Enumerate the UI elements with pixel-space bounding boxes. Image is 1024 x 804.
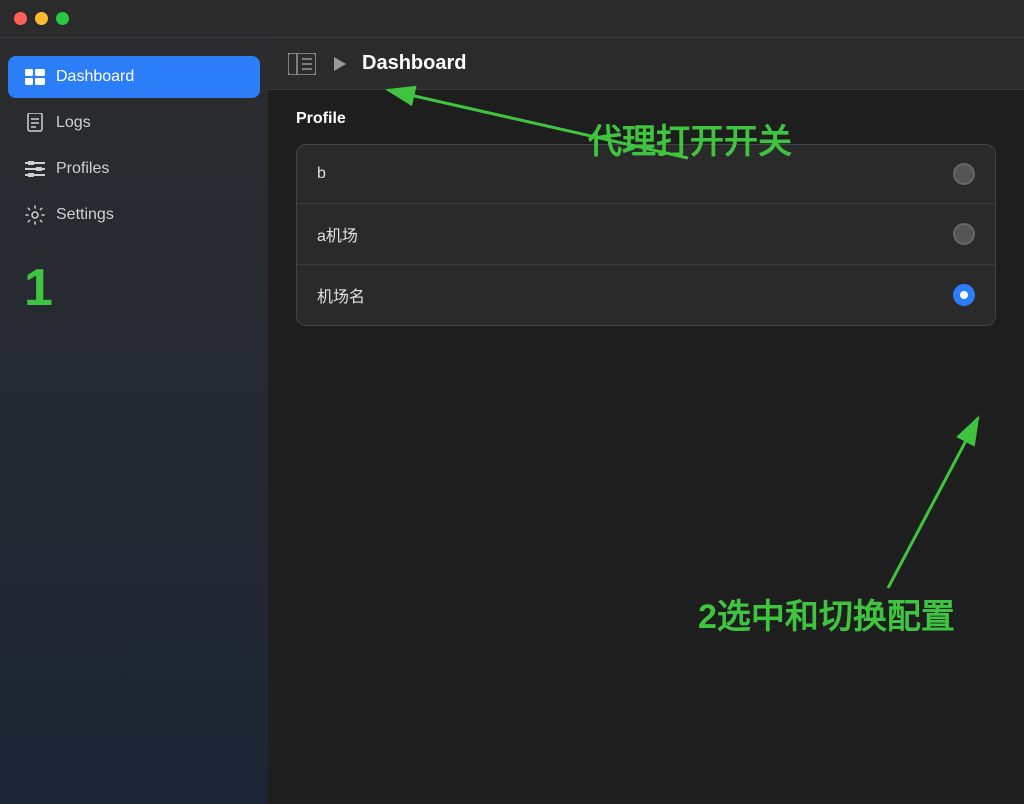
sidebar-item-profiles[interactable]: Profiles: [8, 148, 260, 190]
minimize-button[interactable]: [35, 12, 48, 25]
profile-name-airport-a: a机场: [317, 222, 358, 246]
profile-name-airport-name: 机场名: [317, 283, 365, 307]
sidebar-dashboard-label: Dashboard: [56, 68, 134, 86]
sidebar-profiles-label: Profiles: [56, 160, 109, 178]
profile-item-airport-name[interactable]: 机场名: [297, 265, 995, 325]
sidebar-settings-label: Settings: [56, 206, 114, 224]
profile-list: b a机场 机场名: [296, 144, 996, 326]
profile-label: Profile: [296, 110, 996, 128]
logs-icon: [24, 112, 46, 134]
profile-item-b[interactable]: b: [297, 145, 995, 204]
title-bar: [0, 0, 1024, 38]
content-header: Dashboard: [268, 38, 1024, 90]
profile-section: Profile b a机场 机场名: [268, 90, 1024, 804]
profile-name-b: b: [317, 165, 326, 183]
settings-icon: [24, 204, 46, 226]
content-area: Dashboard Profile b a机场 机场名: [268, 38, 1024, 804]
maximize-button[interactable]: [56, 12, 69, 25]
radio-btn-airport-a[interactable]: [953, 223, 975, 245]
sidebar: Dashboard Logs: [0, 38, 268, 804]
sidebar-toggle-icon[interactable]: [288, 53, 316, 75]
dashboard-icon: [24, 66, 46, 88]
app-body: Dashboard Logs: [0, 38, 1024, 804]
radio-btn-airport-name[interactable]: [953, 284, 975, 306]
sidebar-item-logs[interactable]: Logs: [8, 102, 260, 144]
sidebar-item-dashboard[interactable]: Dashboard: [8, 56, 260, 98]
traffic-lights: [14, 12, 69, 25]
close-button[interactable]: [14, 12, 27, 25]
radio-btn-b[interactable]: [953, 163, 975, 185]
profiles-icon: [24, 158, 46, 180]
sidebar-item-settings[interactable]: Settings: [8, 194, 260, 236]
annotation-number-1: 1: [0, 258, 268, 318]
content-title: Dashboard: [362, 52, 466, 75]
profile-item-airport-a[interactable]: a机场: [297, 204, 995, 265]
play-button[interactable]: [330, 55, 348, 73]
sidebar-logs-label: Logs: [56, 114, 91, 132]
